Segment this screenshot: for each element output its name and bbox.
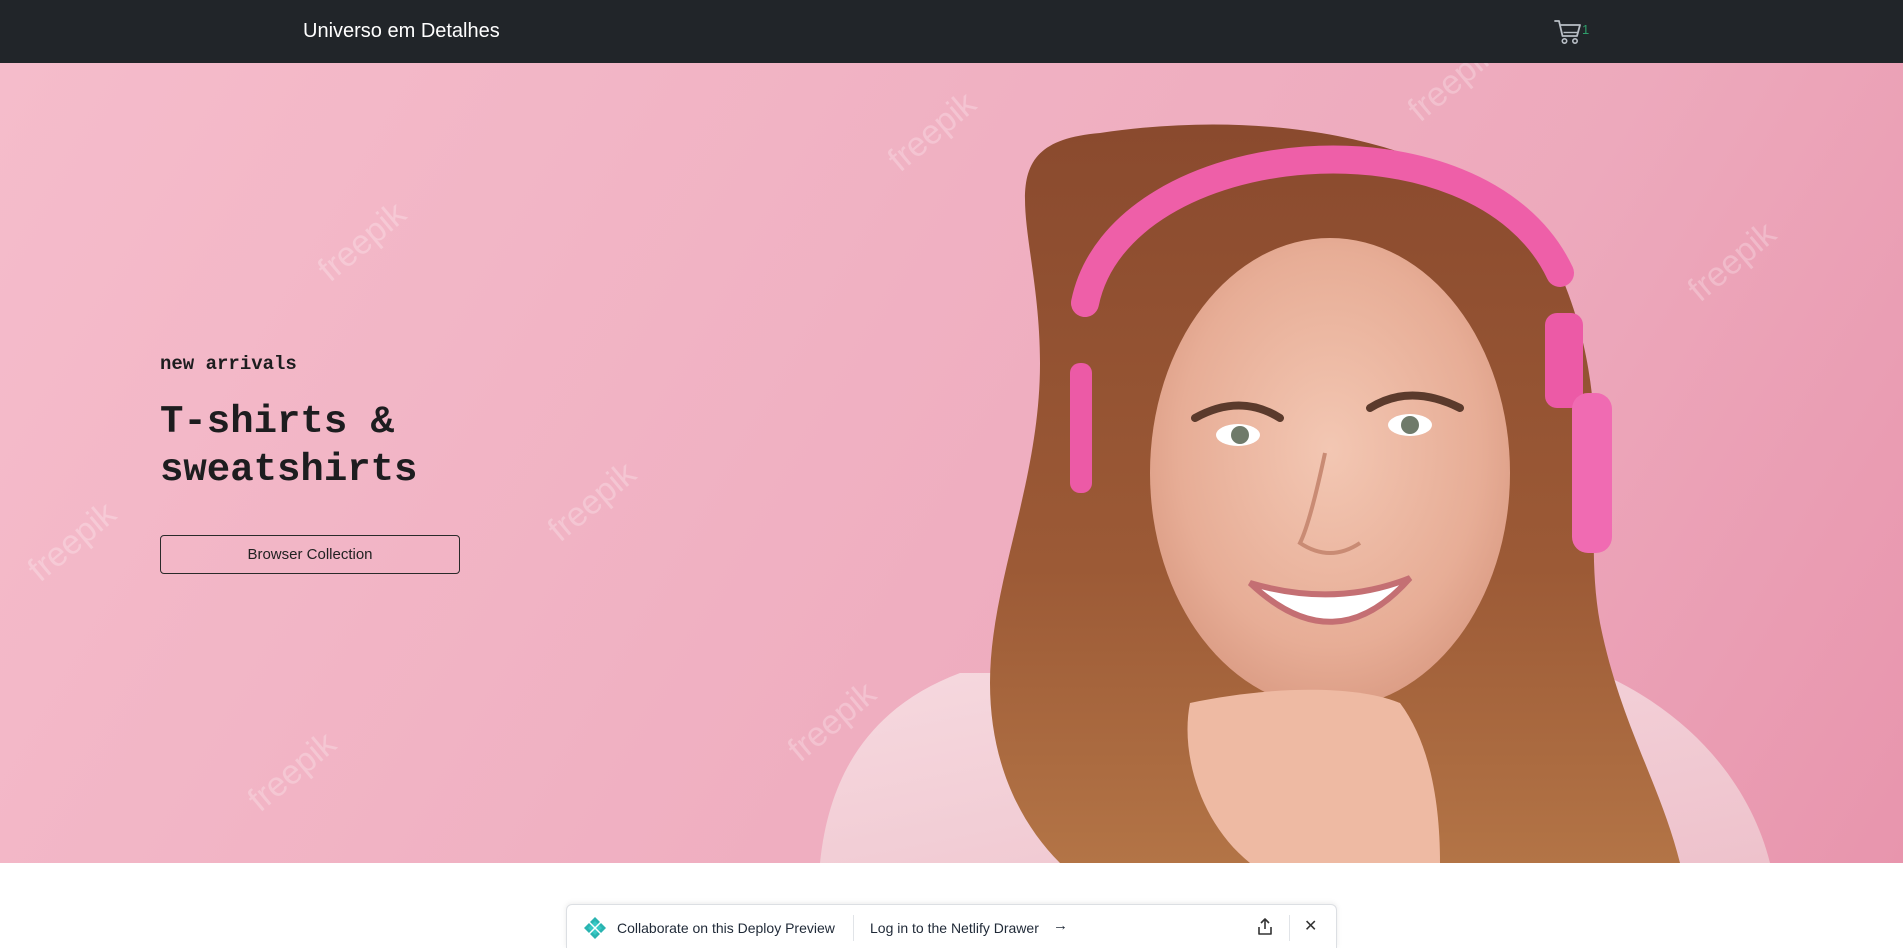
svg-text:freepik: freepik (241, 724, 344, 819)
collaborate-text: Collaborate on this Deploy Preview (617, 920, 835, 936)
svg-text:freepik: freepik (21, 494, 124, 589)
netlify-logo-icon (584, 917, 606, 939)
svg-text:freepik: freepik (881, 84, 984, 179)
cart-count-badge: 1 (1582, 22, 1590, 37)
cart-button[interactable]: 1 (1554, 19, 1594, 47)
drawer-divider (853, 915, 854, 941)
hero-kicker: new arrivals (160, 353, 297, 375)
netlify-login-link[interactable]: Log in to the Netlify Drawer (870, 920, 1039, 936)
hero-title: T-shirts & sweatshirts (160, 400, 418, 492)
close-icon[interactable]: ✕ (1304, 916, 1317, 936)
cart-icon (1554, 20, 1581, 44)
browse-collection-button[interactable]: Browser Collection (160, 535, 460, 574)
arrow-right-icon: → (1053, 917, 1068, 934)
netlify-drawer-bar: Collaborate on this Deploy Preview Log i… (566, 904, 1337, 948)
hero-section: freepik freepik freepik freepik freepik … (0, 63, 1903, 863)
svg-text:freepik: freepik (311, 194, 414, 289)
brand-link[interactable]: Universo em Detalhes (303, 20, 500, 43)
drawer-divider (1289, 915, 1290, 941)
navbar: Universo em Detalhes 1 (0, 0, 1903, 63)
share-icon[interactable] (1255, 917, 1275, 937)
hero-text: new arrivals T-shirts & sweatshirts (160, 353, 490, 494)
svg-text:freepik: freepik (541, 454, 644, 549)
svg-text:freepik: freepik (1401, 63, 1504, 129)
svg-text:freepik: freepik (1681, 214, 1784, 309)
